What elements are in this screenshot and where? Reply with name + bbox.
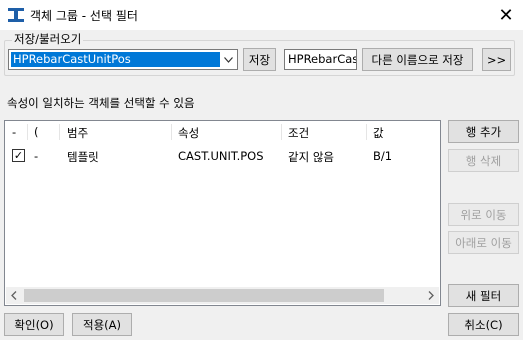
- app-icon: [8, 8, 24, 22]
- column-header-value[interactable]: 값: [373, 125, 384, 141]
- save-button[interactable]: 저장: [243, 48, 276, 71]
- column-header-property[interactable]: 속성: [178, 125, 199, 141]
- save-as-button[interactable]: 다른 이름으로 저장: [362, 48, 473, 71]
- apply-button[interactable]: 적용(A): [72, 313, 132, 336]
- title-bar: 객체 그룹 - 선택 필터 ✕: [0, 0, 523, 30]
- column-header-paren[interactable]: (: [34, 125, 39, 139]
- ok-button[interactable]: 확인(O): [4, 313, 64, 336]
- checkbox-icon[interactable]: ✓: [12, 149, 25, 162]
- window-title: 객체 그룹 - 선택 필터: [30, 9, 138, 23]
- move-down-button[interactable]: 아래로 이동: [448, 231, 519, 254]
- column-separator[interactable]: [27, 124, 28, 140]
- column-separator[interactable]: [171, 124, 172, 140]
- row-property-cell[interactable]: CAST.UNIT.POS: [178, 149, 264, 163]
- add-row-button[interactable]: 행 추가: [448, 120, 519, 143]
- column-header-category[interactable]: 범주: [67, 125, 88, 141]
- column-separator[interactable]: [366, 124, 367, 140]
- filename-field[interactable]: HPRebarCast: [284, 49, 357, 70]
- preset-dropdown[interactable]: HPRebarCastUnitPos: [8, 49, 238, 70]
- save-load-group-label: 저장/불러오기: [12, 31, 84, 47]
- row-value-cell[interactable]: B/1: [373, 149, 392, 163]
- horizontal-scrollbar[interactable]: [6, 287, 439, 304]
- row-condition-cell[interactable]: 같지 않음: [288, 149, 334, 165]
- scroll-right-icon[interactable]: [423, 287, 439, 304]
- filter-grid[interactable]: - ( 범주 속성 조건 값 ✓ - 템플릿 CAST.UNIT.POS 같지 …: [4, 120, 441, 306]
- more-options-button[interactable]: >>: [482, 48, 511, 71]
- close-icon: ✕: [498, 4, 514, 26]
- chevron-down-icon[interactable]: [220, 51, 236, 68]
- delete-row-button[interactable]: 행 삭제: [448, 149, 519, 172]
- row-paren-cell[interactable]: -: [34, 149, 38, 163]
- cancel-button[interactable]: 취소(C): [448, 313, 519, 336]
- column-separator[interactable]: [59, 124, 60, 140]
- column-header-condition[interactable]: 조건: [288, 125, 309, 141]
- preset-selected-value: HPRebarCastUnitPos: [11, 52, 220, 67]
- new-filter-button[interactable]: 새 필터: [448, 284, 519, 307]
- move-up-button[interactable]: 위로 이동: [448, 203, 519, 226]
- scroll-left-icon[interactable]: [6, 287, 22, 304]
- column-separator[interactable]: [281, 124, 282, 140]
- hint-text: 속성이 일치하는 객체를 선택할 수 있음: [7, 96, 195, 110]
- row-category-cell[interactable]: 템플릿: [67, 149, 99, 165]
- close-button[interactable]: ✕: [489, 0, 523, 30]
- column-header-dash[interactable]: -: [12, 125, 16, 139]
- scrollbar-thumb[interactable]: [24, 289, 384, 302]
